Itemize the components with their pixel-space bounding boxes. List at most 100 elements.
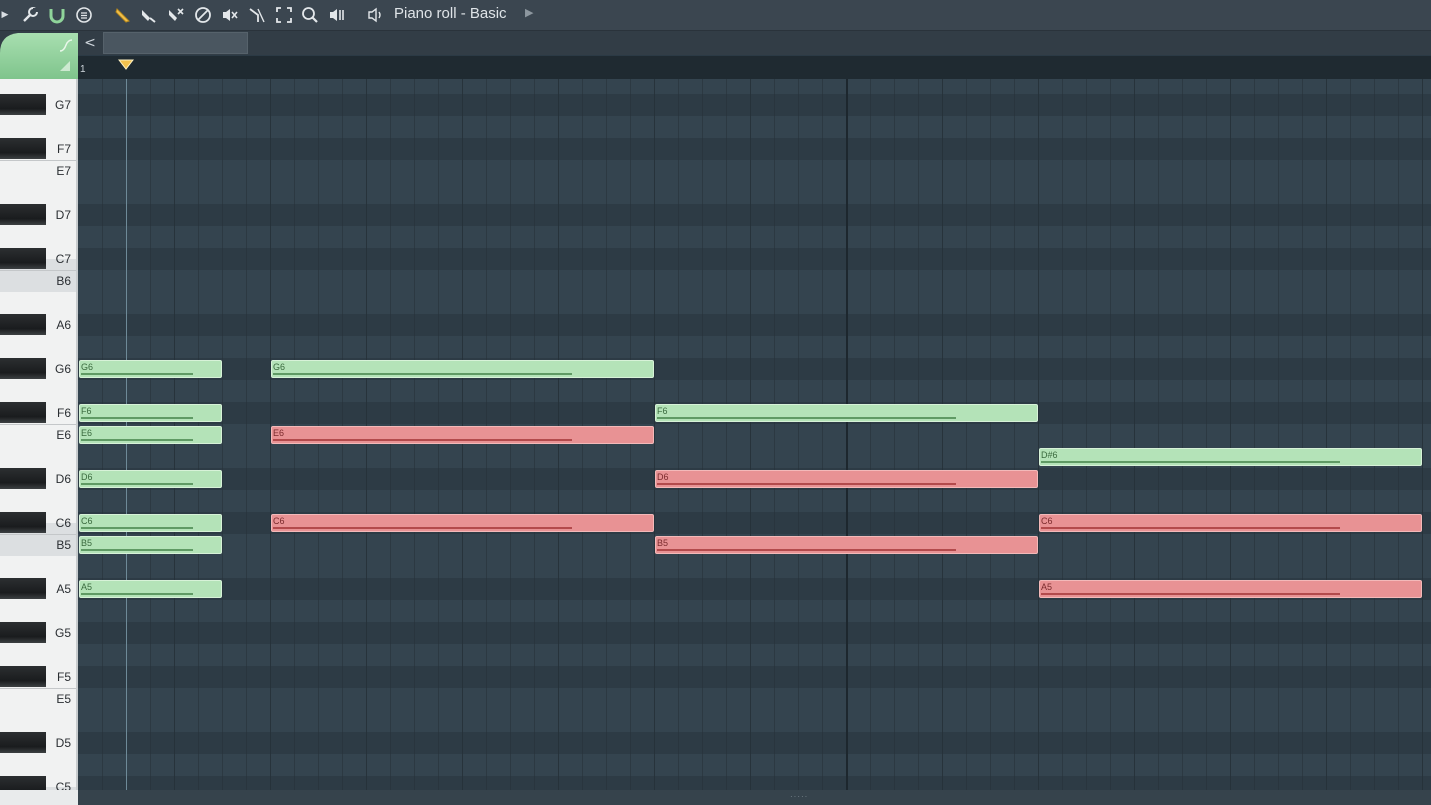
paint-brush-icon[interactable] <box>139 4 159 26</box>
note-e6[interactable]: E6 <box>271 426 654 444</box>
grid-line <box>1158 79 1159 790</box>
mute-icon[interactable] <box>193 4 213 26</box>
grid-row[interactable] <box>78 160 1431 182</box>
grid-row[interactable] <box>78 710 1431 732</box>
note-label: D6 <box>81 472 93 482</box>
grid-line <box>246 79 247 790</box>
scroll-left-icon[interactable]: < <box>80 33 100 53</box>
grid-row[interactable] <box>78 204 1431 226</box>
wrench-icon[interactable] <box>20 4 40 26</box>
zoom-icon[interactable] <box>300 4 320 26</box>
pencil-icon[interactable] <box>113 4 133 26</box>
grid-row[interactable] <box>78 490 1431 512</box>
key-separator <box>0 160 76 161</box>
black-key[interactable] <box>0 578 46 599</box>
grid-row[interactable] <box>78 732 1431 754</box>
grid-row[interactable] <box>78 116 1431 138</box>
grid-row[interactable] <box>78 79 1431 94</box>
black-key[interactable] <box>0 622 46 643</box>
grid-row[interactable] <box>78 600 1431 622</box>
black-key[interactable] <box>0 314 46 335</box>
playback-icon[interactable] <box>327 4 347 26</box>
grid-line <box>1326 79 1327 790</box>
slice-icon[interactable] <box>247 4 267 26</box>
grid-line <box>1278 79 1279 790</box>
black-key[interactable] <box>0 468 46 489</box>
black-key[interactable] <box>0 512 46 533</box>
grid-row[interactable] <box>78 336 1431 358</box>
note-e6[interactable]: E6 <box>79 426 222 444</box>
black-key[interactable] <box>0 402 46 423</box>
window-title[interactable]: Piano roll - Basic <box>394 5 507 22</box>
note-grid[interactable]: G6 F6 E6 D6 C6 B5 A5 G6 E6 C6 F6 D6 B5 D#6 C6 A5 <box>78 79 1431 790</box>
black-key[interactable] <box>0 666 46 687</box>
grid-line <box>942 79 943 790</box>
grid-row[interactable] <box>78 644 1431 666</box>
grid-row[interactable] <box>78 556 1431 578</box>
grid-row[interactable] <box>78 270 1431 292</box>
note-d6[interactable]: D6 <box>79 470 222 488</box>
tool-corner-panel[interactable] <box>0 31 78 79</box>
playhead-marker-icon[interactable] <box>117 58 135 76</box>
mute-speaker-icon[interactable] <box>220 4 240 26</box>
grid-line <box>1014 79 1015 790</box>
menu-circle-icon[interactable] <box>74 4 94 26</box>
timeline-ruler[interactable]: 1 <box>78 56 1431 79</box>
key-label: B6 <box>56 274 71 288</box>
key-label: D7 <box>55 208 71 222</box>
grid-row[interactable] <box>78 94 1431 116</box>
black-key[interactable] <box>0 776 46 790</box>
grid-row[interactable] <box>78 138 1431 160</box>
black-key[interactable] <box>0 138 46 159</box>
note-b5[interactable]: B5 <box>79 536 222 554</box>
note-b5[interactable]: B5 <box>655 536 1038 554</box>
note-f6[interactable]: F6 <box>79 404 222 422</box>
note-label: E6 <box>273 428 285 438</box>
grid-row[interactable] <box>78 754 1431 776</box>
grid-line <box>966 79 967 790</box>
note-g6[interactable]: G6 <box>79 360 222 378</box>
note-c6[interactable]: C6 <box>271 514 654 532</box>
grid-row[interactable] <box>78 380 1431 402</box>
grid-row[interactable] <box>78 666 1431 688</box>
note-label: F6 <box>81 406 92 416</box>
black-key[interactable] <box>0 732 46 753</box>
grid-line <box>1038 79 1039 790</box>
note-c6[interactable]: C6 <box>1039 514 1422 532</box>
grid-row[interactable] <box>78 292 1431 314</box>
note-label: C6 <box>81 516 93 526</box>
black-key[interactable] <box>0 248 46 269</box>
bar-number: 1 <box>80 64 86 75</box>
note-a5[interactable]: A5 <box>1039 580 1422 598</box>
grid-row[interactable] <box>78 776 1431 790</box>
grid-row[interactable] <box>78 622 1431 644</box>
grid-row[interactable] <box>78 226 1431 248</box>
select-icon[interactable] <box>274 4 294 26</box>
resize-grip-icon[interactable]: ····· <box>790 792 808 801</box>
black-key[interactable] <box>0 358 46 379</box>
speaker-icon[interactable] <box>366 4 386 26</box>
grid-row[interactable] <box>78 248 1431 270</box>
key-label: C5 <box>55 780 71 790</box>
note-label: G6 <box>273 362 286 372</box>
bottom-panel-handle[interactable]: ····· <box>0 790 1431 805</box>
delete-tool-icon[interactable] <box>166 4 186 26</box>
menu-arrow-icon[interactable]: ▶ <box>0 4 10 26</box>
grid-line <box>1302 79 1303 790</box>
note-c6[interactable]: C6 <box>79 514 222 532</box>
grid-row[interactable] <box>78 688 1431 710</box>
piano-keyboard[interactable]: G7 F7 E7 D7 C7 B6 A6 G6 F6 E6 D6 C6 B5 A5 G5 F5 E5 D5 C5 <box>0 79 78 790</box>
note-d6[interactable]: D6 <box>655 470 1038 488</box>
note-f6[interactable]: F6 <box>655 404 1038 422</box>
key-label: G7 <box>54 98 71 112</box>
note-g6[interactable]: G6 <box>271 360 654 378</box>
black-key[interactable] <box>0 94 46 115</box>
scroll-thumb[interactable] <box>103 32 248 54</box>
grid-line <box>1422 79 1423 790</box>
black-key[interactable] <box>0 204 46 225</box>
note-a5[interactable]: A5 <box>79 580 222 598</box>
magnet-icon[interactable] <box>47 4 67 26</box>
grid-row[interactable] <box>78 182 1431 204</box>
grid-row[interactable] <box>78 314 1431 336</box>
note-dsharp6[interactable]: D#6 <box>1039 448 1422 466</box>
